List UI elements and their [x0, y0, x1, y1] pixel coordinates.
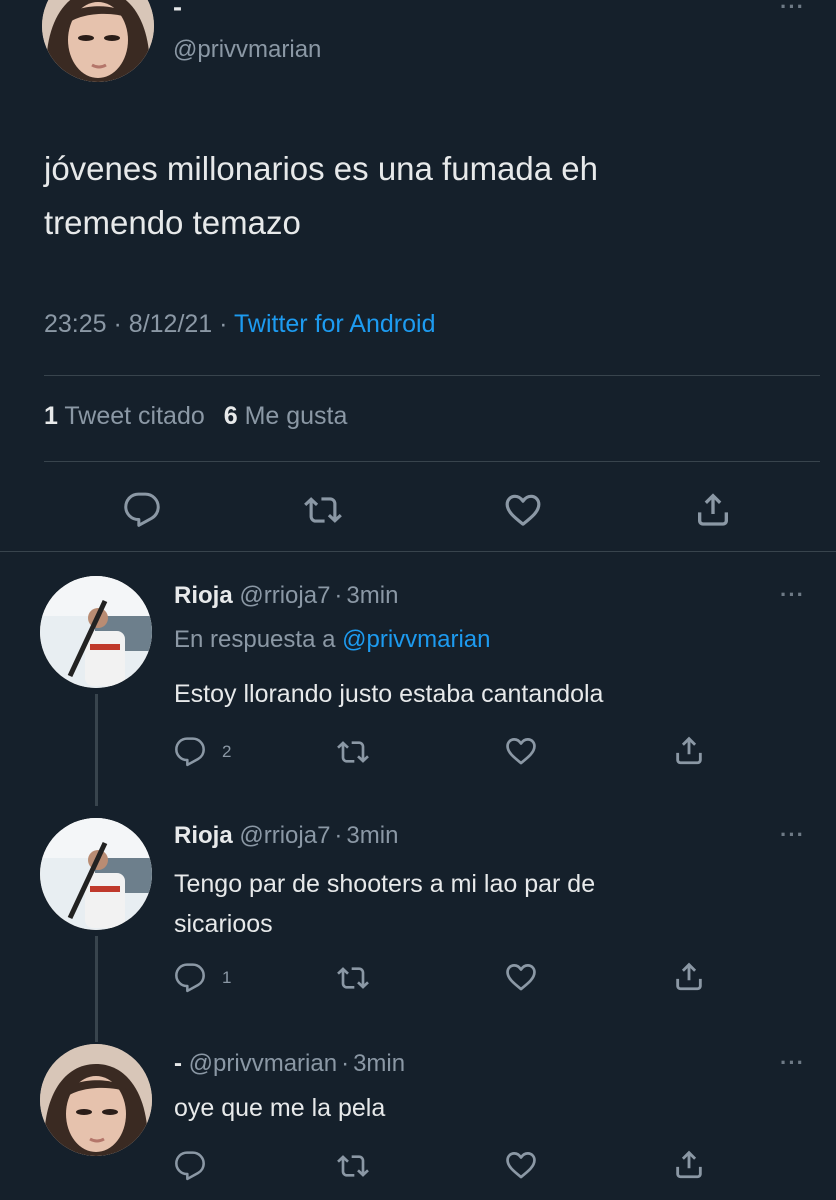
reply-time[interactable]: 3min — [353, 1050, 405, 1077]
tweet-meta: 23:25 · 8/12/21 · Twitter for Android — [44, 310, 435, 339]
share-icon[interactable] — [672, 959, 706, 993]
handle[interactable]: @privvmarian — [189, 1050, 337, 1077]
avatar-photo — [42, 0, 154, 82]
share-icon[interactable] — [672, 1147, 706, 1181]
avatar-photo — [40, 576, 152, 688]
display-name[interactable]: - — [174, 1050, 182, 1077]
divider — [44, 375, 820, 376]
share-icon[interactable] — [672, 733, 706, 767]
separator-dot: · — [219, 310, 228, 338]
like-icon[interactable] — [504, 1148, 538, 1182]
display-name[interactable]: - — [173, 0, 182, 23]
tweet-text: jóvenes millonarios es una fumada eh tre… — [44, 142, 598, 250]
more-icon[interactable]: ··· — [780, 0, 805, 20]
reply-icon[interactable] — [174, 736, 206, 768]
like-icon[interactable] — [504, 734, 538, 768]
tweet-text-line: tremendo temazo — [44, 204, 301, 241]
divider — [44, 461, 820, 462]
reply-header: - @privvmarian · 3min — [174, 1050, 405, 1078]
separator-dot: · — [113, 310, 122, 338]
reply-icon[interactable] — [174, 1150, 206, 1182]
reply-text-line: sicarioos — [174, 910, 273, 938]
reply-icon[interactable] — [123, 491, 161, 529]
avatar[interactable] — [40, 1044, 152, 1156]
main-tweet: - @privvmarian ··· jóvenes millonarios e… — [0, 0, 836, 550]
reply-text: Tengo par de shooters a mi lao par de si… — [174, 864, 595, 944]
retweet-icon[interactable] — [336, 1150, 370, 1182]
like-icon[interactable] — [504, 960, 538, 994]
display-name[interactable]: Rioja — [174, 822, 233, 849]
reply-time[interactable]: 3min — [346, 822, 398, 849]
tweet-source[interactable]: Twitter for Android — [234, 310, 435, 338]
tweet-date[interactable]: 8/12/21 — [129, 310, 212, 338]
quote-count: 1 — [44, 402, 58, 430]
reply-count: 2 — [222, 742, 232, 761]
reply-text-line: Tengo par de shooters a mi lao par de — [174, 870, 596, 898]
quote-stat[interactable]: 1 Tweet citado — [44, 402, 212, 430]
reply-tweet[interactable]: - @privvmarian · 3min ··· oye que me la pe… — [0, 1024, 836, 1200]
more-icon[interactable]: ··· — [780, 822, 805, 848]
quote-label: Tweet citado — [64, 402, 205, 430]
reply-icon[interactable] — [174, 962, 206, 994]
retweet-icon[interactable] — [303, 491, 343, 529]
display-name[interactable]: Rioja — [174, 582, 233, 609]
tweet-text-line: jóvenes millonarios es una fumada eh — [44, 150, 598, 187]
avatar-photo — [40, 1044, 152, 1156]
handle[interactable]: @rrioja7 — [239, 822, 330, 849]
separator-dot: · — [334, 582, 343, 609]
reply-context: En respuesta a @privvmarian — [174, 626, 491, 654]
reply-count: 1 — [222, 968, 232, 987]
like-icon[interactable] — [503, 490, 543, 530]
avatar[interactable] — [42, 0, 154, 82]
reply-text: Estoy llorando justo estaba cantandola — [174, 680, 604, 708]
like-stat[interactable]: 6 Me gusta — [224, 402, 348, 430]
more-icon[interactable]: ··· — [780, 1050, 805, 1076]
handle[interactable]: @rrioja7 — [239, 582, 330, 609]
like-count: 6 — [223, 402, 238, 430]
avatar-photo — [40, 818, 152, 930]
separator-dot: · — [334, 822, 343, 849]
like-label: Me gusta — [244, 402, 348, 430]
tweet-time: 23:25 — [44, 310, 107, 338]
reply-to-handle[interactable]: @privvmarian — [342, 626, 490, 653]
reply-text: oye que me la pela — [174, 1094, 386, 1122]
reply-header: Rioja @rrioja7 · 3min — [174, 822, 398, 850]
thread-line — [95, 694, 98, 806]
avatar[interactable] — [40, 818, 152, 930]
retweet-icon[interactable] — [336, 736, 370, 768]
reply-tweet[interactable]: Rioja @rrioja7 · 3min ··· Tengo par de sho… — [0, 802, 836, 1042]
reply-time[interactable]: 3min — [346, 582, 398, 609]
tweet-stats: 1 Tweet citado 6 Me gusta — [44, 402, 347, 431]
share-icon[interactable] — [693, 489, 733, 529]
reply-prefix: En respuesta a — [174, 626, 336, 653]
separator-dot: · — [341, 1050, 350, 1077]
more-icon[interactable]: ··· — [780, 582, 805, 608]
retweet-icon[interactable] — [336, 962, 370, 994]
reply-tweet[interactable]: Rioja @rrioja7 · 3min ··· En respuesta a @… — [0, 552, 836, 806]
avatar[interactable] — [40, 576, 152, 688]
reply-header: Rioja @rrioja7 · 3min — [174, 582, 398, 610]
handle[interactable]: @privvmarian — [173, 36, 321, 64]
